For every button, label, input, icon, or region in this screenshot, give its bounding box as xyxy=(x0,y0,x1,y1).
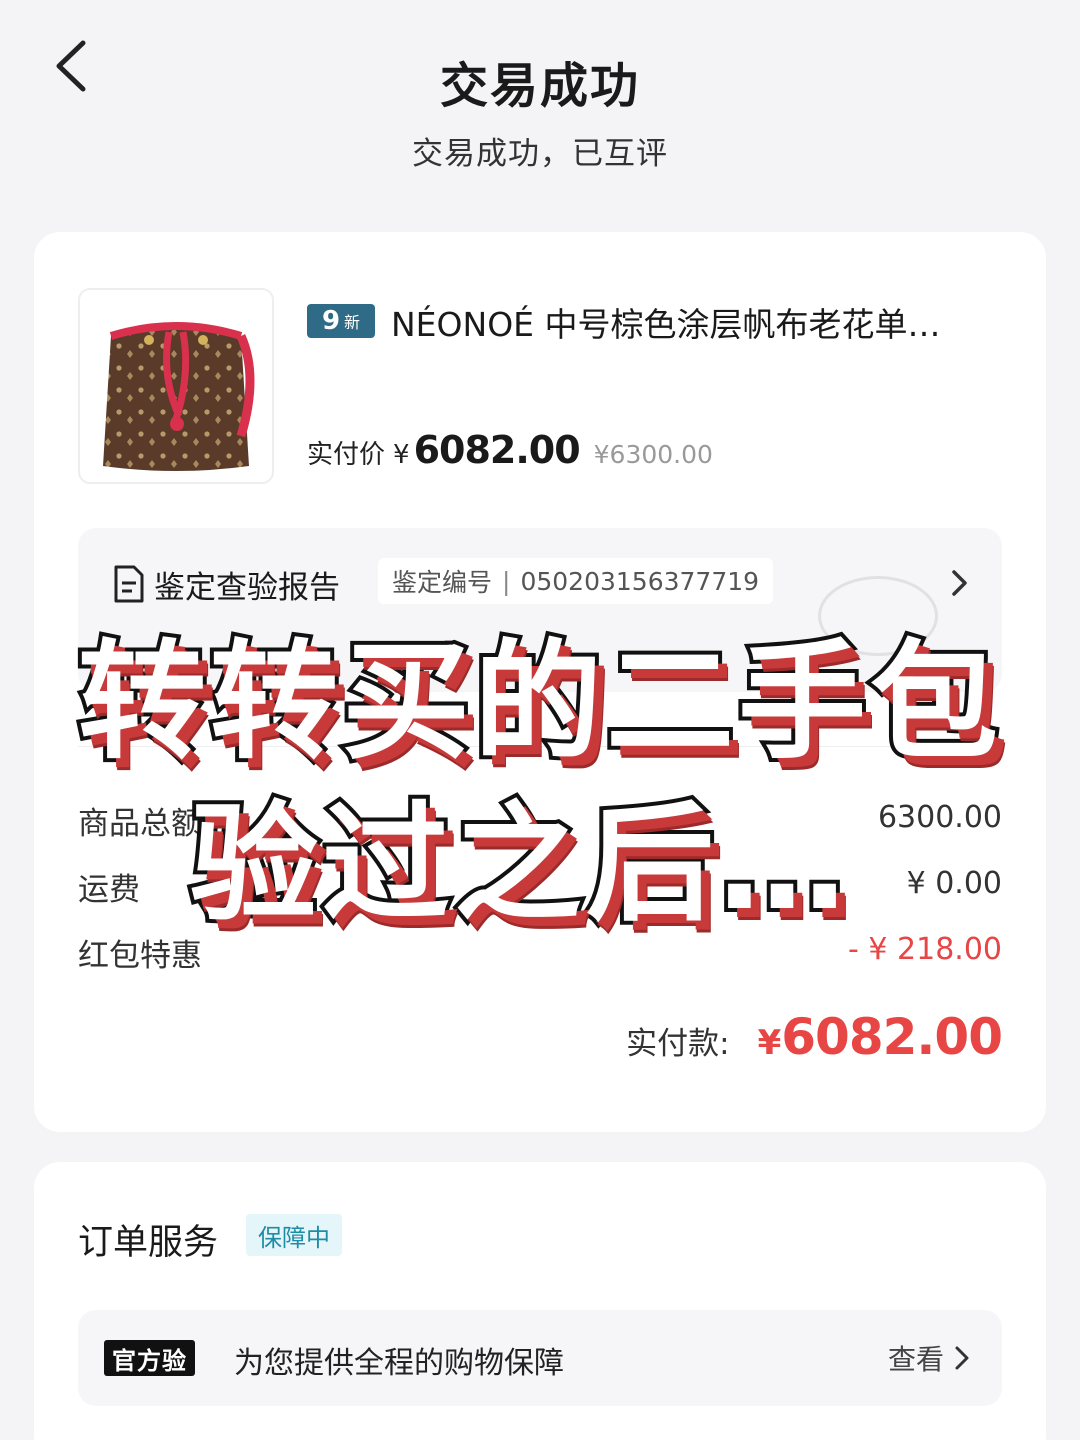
report-number-label: 鉴定编号 xyxy=(392,568,493,597)
price-row: 实付价 ¥ 6082.00 ¥6300.00 xyxy=(307,428,713,472)
protection-status-badge: 保障中 xyxy=(246,1214,342,1256)
total-value: 6082.00 xyxy=(781,1008,1003,1066)
condition-number: 9 xyxy=(321,306,341,336)
page-title: 交易成功 xyxy=(439,58,640,114)
total-label: 实付款: xyxy=(626,1026,730,1062)
handbag-image xyxy=(103,322,255,471)
view-link[interactable]: 查看 xyxy=(888,1338,972,1378)
condition-badge: 9 新 xyxy=(307,304,375,338)
official-inspection-entry[interactable]: 官方验 为您提供全程的购物保障 查看 xyxy=(78,1310,1002,1406)
page-subtitle: 交易成功，已互评 xyxy=(412,136,668,172)
official-inspection-text: 为您提供全程的购物保障 xyxy=(234,1346,564,1381)
header: 交易成功 交易成功，已互评 xyxy=(0,0,1080,200)
overlay-caption-line-2: 验过之后… xyxy=(186,786,850,943)
total-row: 实付款: ¥ 6082.00 xyxy=(626,1008,1003,1066)
condition-text: 新 xyxy=(344,313,361,332)
paid-price-label: 实付价 xyxy=(307,440,386,470)
chevron-right-icon xyxy=(952,570,967,596)
view-link-label: 查看 xyxy=(887,1343,944,1376)
overlay-caption-line-1: 转转买的二手包 xyxy=(74,624,1002,781)
report-number: 050203156377719 xyxy=(520,566,760,596)
total-currency: ¥ xyxy=(757,1023,782,1063)
currency-symbol: ¥ xyxy=(393,440,410,470)
paid-price: 6082.00 xyxy=(413,428,581,472)
product-title[interactable]: NÉONOÉ 中号棕色涂层帆布老花单… xyxy=(391,298,1001,346)
official-inspection-tag: 官方验 xyxy=(104,1340,195,1376)
order-service-title: 订单服务 xyxy=(78,1223,219,1263)
product-thumbnail[interactable] xyxy=(78,288,274,484)
report-number-separator: | xyxy=(502,566,511,596)
chevron-right-icon xyxy=(955,1346,969,1370)
order-service-card: 订单服务 保障中 官方验 为您提供全程的购物保障 查看 xyxy=(34,1162,1046,1440)
original-price: ¥6300.00 xyxy=(593,440,713,469)
